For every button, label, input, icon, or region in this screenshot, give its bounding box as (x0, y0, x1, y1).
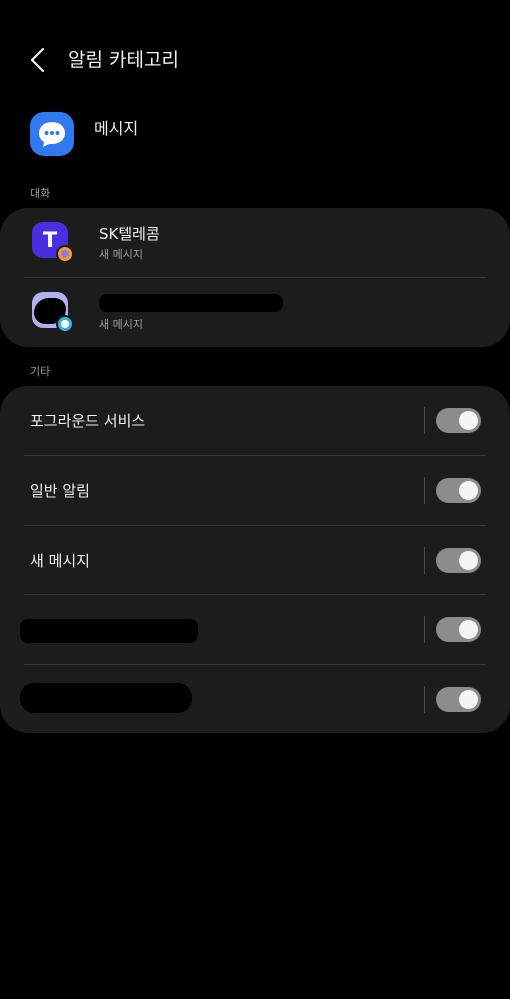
conversation-name: SK텔레콤 (99, 225, 160, 243)
header: 알림 카테고리 (0, 34, 510, 86)
general-notifications-toggle[interactable] (436, 478, 481, 503)
setting-row-new-message[interactable]: 새 메시지 (0, 526, 510, 595)
section-label-conversations: 대화 (30, 187, 51, 200)
conversations-card: T SK텔레콤 새 메시지 새 메시지 (0, 208, 510, 347)
toggle-knob (459, 481, 478, 500)
contact-avatar (32, 292, 74, 333)
back-arrow-icon[interactable] (26, 46, 50, 74)
page-title: 알림 카테고리 (68, 49, 179, 71)
conversation-item-contact[interactable]: 새 메시지 (0, 278, 510, 347)
foreground-service-toggle[interactable] (436, 408, 481, 433)
conversation-item-sk-telecom[interactable]: T SK텔레콤 새 메시지 (0, 208, 510, 277)
other-card: 포그라운드 서비스 일반 알림 새 메시지 (0, 386, 510, 733)
new-message-toggle[interactable] (436, 548, 481, 573)
redacted-setting-toggle-1[interactable] (436, 617, 481, 642)
redacted-label (20, 683, 192, 713)
setting-row-general-notifications[interactable]: 일반 알림 (0, 456, 510, 525)
app-badge-icon (56, 315, 74, 333)
chat-bubble-icon (30, 112, 74, 156)
setting-row-foreground-service[interactable]: 포그라운드 서비스 (0, 386, 510, 455)
toggle-knob (459, 620, 478, 639)
separator (424, 686, 425, 713)
notification-categories-screen: 알림 카테고리 메시지 대화 T SK텔레콤 새 메시지 새 메시지 기타 포그… (0, 0, 510, 999)
redacted-label (20, 619, 198, 643)
setting-row-redacted-2[interactable] (0, 665, 510, 734)
setting-row-redacted-1[interactable] (0, 595, 510, 664)
toggle-knob (459, 411, 478, 430)
separator (424, 407, 425, 434)
app-badge-icon (56, 245, 74, 263)
toggle-knob (459, 690, 478, 709)
redacted-name (99, 294, 283, 312)
separator (424, 616, 425, 643)
separator (424, 477, 425, 504)
separator (424, 547, 425, 574)
conversation-subtitle: 새 메시지 (99, 318, 143, 331)
section-label-other: 기타 (30, 365, 51, 378)
toggle-knob (459, 551, 478, 570)
redacted-setting-toggle-2[interactable] (436, 687, 481, 712)
app-row: 메시지 (0, 108, 510, 160)
setting-label: 새 메시지 (30, 552, 90, 570)
conversation-subtitle: 새 메시지 (99, 248, 143, 261)
setting-label: 일반 알림 (30, 482, 90, 500)
t-logo-avatar: T (32, 222, 74, 263)
setting-label: 포그라운드 서비스 (30, 412, 146, 430)
app-name: 메시지 (94, 119, 139, 138)
